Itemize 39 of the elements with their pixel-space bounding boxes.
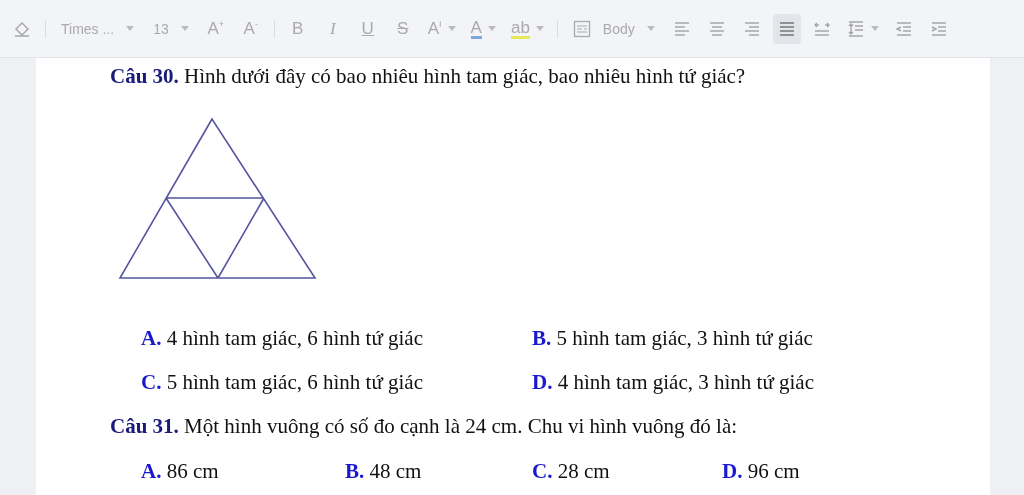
- indent-decrease-icon: [894, 20, 913, 37]
- format-button[interactable]: I: [318, 13, 347, 44]
- answer-option: C. 28 cm: [532, 459, 722, 483]
- font-dropdown[interactable]: Times ...: [55, 13, 141, 44]
- align-justify-icon: [777, 20, 796, 37]
- answer-option: B. 48 cm: [345, 459, 532, 483]
- format-button[interactable]: A$^{+}$: [201, 13, 230, 44]
- style-icon: [572, 19, 591, 38]
- eraser-icon: [13, 20, 31, 37]
- answer-option: C. 5 hình tam giác, 6 hình tứ giác: [141, 370, 532, 394]
- format-button[interactable]: A: [466, 13, 500, 44]
- format-button[interactable]: B: [283, 13, 312, 44]
- caret-icon: [870, 26, 879, 31]
- question-text: Câu 31. Một hình vuông có số đo cạnh là 24 cm. Chu vi hình vuông đó là:: [110, 414, 739, 438]
- indent-increase-icon: [929, 20, 948, 37]
- caret-icon: [487, 26, 496, 31]
- letter-spacing-icon: [812, 20, 831, 37]
- caret-icon: [126, 26, 135, 31]
- align-center-icon: [707, 20, 726, 37]
- question-text: Câu 30. Hình dưới đây có bao nhiêu hình tam giác, bao nhiêu hình tứ giác?: [110, 64, 747, 88]
- answer-option: B. 5 hình tam giác, 3 hình tứ giác: [532, 326, 923, 350]
- toolbar-button[interactable]: [772, 13, 801, 44]
- line-spacing-icon: [846, 20, 865, 37]
- caret-icon: [180, 26, 189, 31]
- format-button[interactable]: S: [388, 13, 417, 44]
- style-dropdown[interactable]: Body: [566, 13, 661, 44]
- align-right-icon: [742, 20, 761, 37]
- format-button[interactable]: ab: [506, 13, 548, 44]
- font-dropdown[interactable]: 13: [147, 13, 195, 44]
- answer-option: A. 4 hình tam giác, 6 hình tứ giác: [141, 326, 532, 350]
- caret-icon: [646, 26, 655, 31]
- answer-option: D. 96 cm: [722, 459, 922, 483]
- answer-option: D. 4 hình tam giác, 3 hình tứ giác: [532, 370, 923, 394]
- caret-icon: [535, 26, 544, 31]
- format-button[interactable]: A$^{-}$: [236, 13, 265, 44]
- align-left-icon: [672, 20, 691, 37]
- format-button[interactable]: U: [353, 13, 382, 44]
- answer-option: A. 86 cm: [141, 459, 345, 483]
- caret-icon: [447, 26, 456, 31]
